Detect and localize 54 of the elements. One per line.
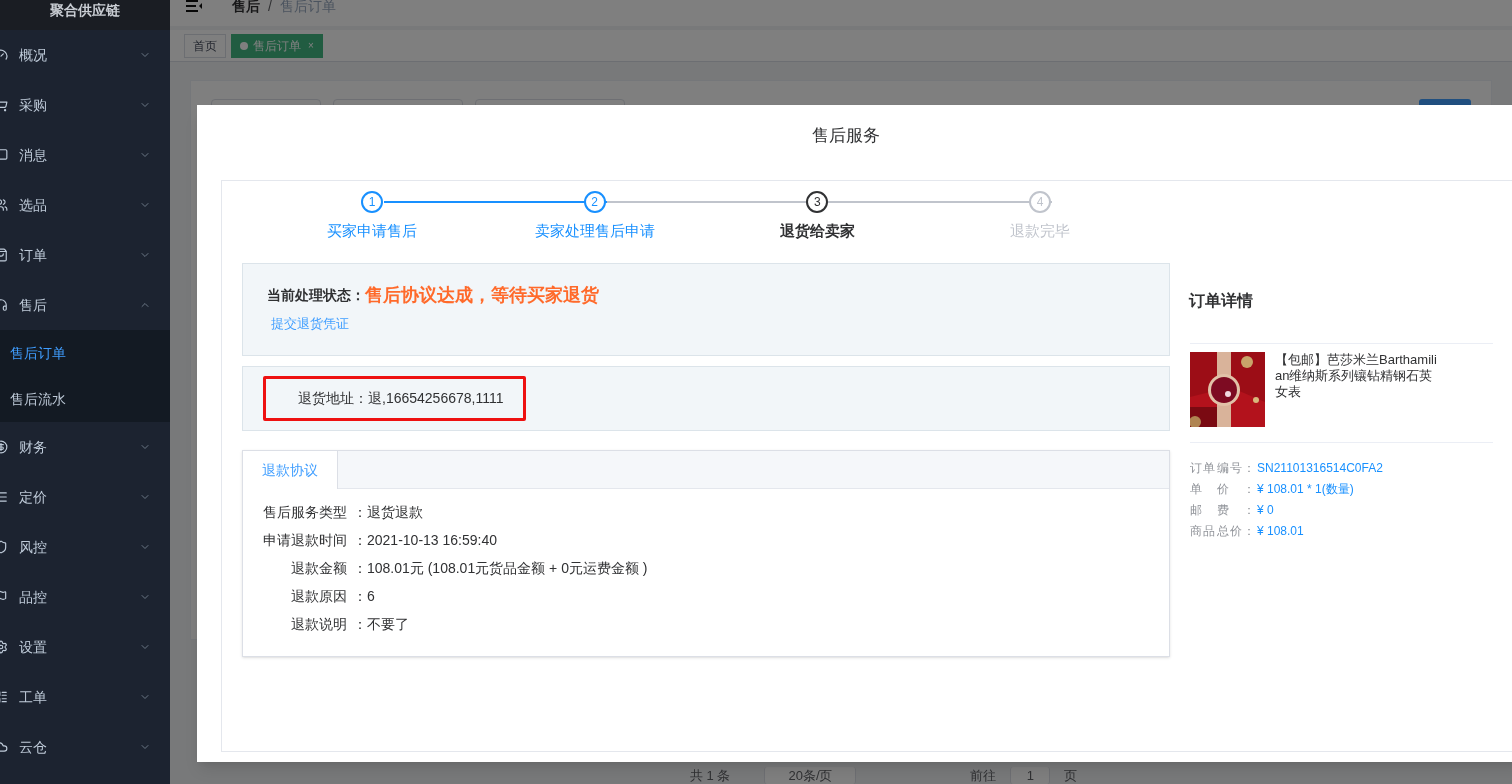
menu-item[interactable]: 选品 — [0, 180, 170, 230]
page-unit: 页 — [1064, 766, 1078, 784]
menu-item[interactable]: 概况 — [0, 30, 170, 80]
app-title: 聚合供应链 — [50, 2, 120, 18]
step-number: 4 — [1029, 191, 1051, 213]
dialog-title: 售后服务 — [812, 125, 880, 148]
menu-item[interactable]: 采购 — [0, 80, 170, 130]
menu-icon — [186, 0, 202, 12]
menu-item[interactable]: 售后 — [0, 280, 170, 330]
goto-label: 前往 — [970, 766, 997, 784]
field-label: 退款金额 — [290, 559, 347, 578]
detail-value: ¥ 0 — [1257, 501, 1274, 519]
field-value: ：退货退款 — [353, 503, 423, 522]
menu-item[interactable]: 定价 — [0, 472, 170, 522]
menu-item[interactable]: 消息 — [0, 130, 170, 180]
product-name[interactable]: 【包邮】芭莎米兰Barthamilian维纳斯系列镶钻精钢石英女表 — [1275, 352, 1440, 427]
field-value: ：不要了 — [353, 615, 409, 634]
field-value: ：108.01元 (108.01元货品金额 + 0元运费金额 ) — [353, 559, 648, 578]
step-label: 买家申请售后 — [327, 221, 417, 241]
menu-item[interactable]: 财务 — [0, 422, 170, 472]
status-value: 售后协议达成，等待买家退货 — [365, 284, 599, 307]
step-label: 退款完毕 — [1010, 221, 1070, 241]
menu-item[interactable]: 品控 — [0, 572, 170, 622]
detail-value: ¥ 108.01 — [1257, 522, 1304, 540]
menu-item[interactable]: 设置 — [0, 622, 170, 672]
detail-label: 邮费： — [1190, 501, 1255, 519]
detail-value: SN21101316514C0FA2 — [1257, 459, 1383, 477]
field-label: 退款原因 — [290, 587, 347, 606]
step-label: 卖家处理售后申请 — [534, 221, 655, 241]
detail-label: 单价： — [1190, 480, 1255, 498]
field-label: 申请退款时间 — [262, 531, 347, 550]
field-value: ：2021-10-13 16:59:40 — [353, 531, 497, 550]
breadcrumb-separator: / — [268, 0, 272, 16]
total-count: 共 1 条 — [690, 766, 731, 784]
field-value: ：6 — [353, 587, 375, 606]
submenu-item[interactable]: 售后订单 — [0, 330, 170, 376]
field-label: 退款说明 — [290, 615, 347, 634]
step-number: 2 — [583, 191, 606, 213]
menu-item[interactable]: 云仓 — [0, 722, 170, 772]
page-tab[interactable]: 首页 — [184, 33, 226, 58]
return-address: 退货地址：退,16654256678,1111 — [263, 376, 526, 421]
status-label: 当前处理状态： — [267, 286, 365, 305]
step-number: 1 — [361, 191, 383, 213]
detail-value: ¥ 108.01 * 1(数量) — [1257, 480, 1354, 498]
step-number: 3 — [806, 191, 829, 213]
menu-item[interactable]: 工单 — [0, 672, 170, 722]
order-detail-title: 订单详情 — [1189, 291, 1254, 311]
menu-item[interactable]: 风控 — [0, 522, 170, 572]
step-label: 退货给卖家 — [779, 221, 855, 241]
detail-label: 商品总价： — [1190, 522, 1255, 540]
field-label: 售后服务类型 — [262, 503, 347, 522]
menu-item[interactable]: 订单 — [0, 230, 170, 280]
submenu-item[interactable]: 售后流水 — [0, 376, 170, 422]
detail-label: 订单编号： — [1190, 459, 1255, 477]
